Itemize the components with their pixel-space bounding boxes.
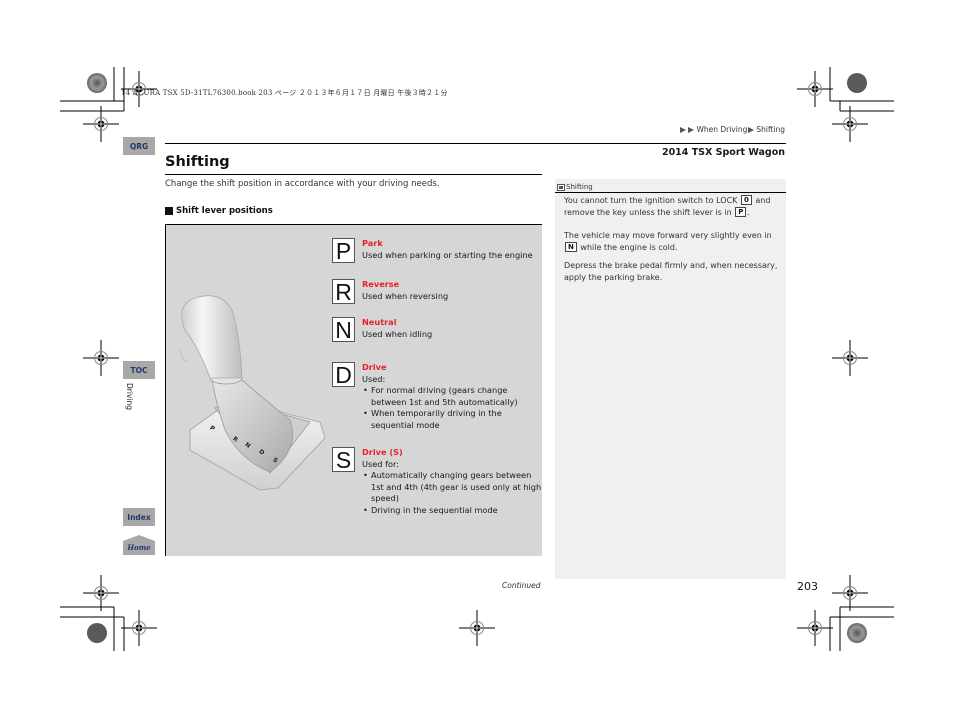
print-header: 14 ACURA TSX 5D-31TL76300.book 203 ページ ２… [121, 89, 448, 97]
title-rule [165, 174, 542, 175]
gear-desc: Used when reversing [362, 290, 449, 301]
section-label: Driving [125, 383, 134, 410]
color-disc-icon [87, 73, 107, 93]
breadcrumb-arrow-icon [748, 126, 755, 133]
gear-name: Reverse [362, 279, 400, 289]
gear-badge: P [332, 238, 355, 263]
note-paragraph: Depress the brake pedal firmly and, when… [564, 261, 778, 282]
intro-text: Change the shift position in accordance … [165, 179, 440, 189]
color-disc-icon [847, 623, 867, 643]
park-key-badge: P [735, 206, 747, 217]
breadcrumb: When Driving Shifting [680, 125, 785, 134]
gear-desc: Used when parking or starting the engine [362, 249, 533, 260]
shift-lever-illustration [179, 295, 326, 491]
home-label: Home [127, 543, 151, 552]
page-title: Shifting [165, 154, 230, 170]
note-paragraph: You cannot turn the ignition switch to L… [564, 195, 771, 217]
index-label: Index [127, 512, 151, 522]
gear-bullet: Driving in the sequential mode [362, 505, 542, 517]
header-rule [165, 143, 786, 144]
gear-name: Park [362, 238, 383, 248]
gear-name: Drive [362, 362, 387, 372]
continued-label: Continued [502, 581, 541, 590]
gear-badge: D [332, 362, 355, 387]
model-name: 2014 TSX Sport Wagon [661, 147, 785, 158]
section-heading-text: Shift lever positions [176, 206, 273, 216]
gear-name: Neutral [362, 317, 397, 327]
qrg-tab[interactable]: QRG [123, 137, 155, 155]
breadcrumb-arrow-icon [688, 126, 695, 133]
square-bullet-icon [165, 207, 173, 215]
breadcrumb-arrow-icon [680, 126, 687, 133]
side-note: Shifting You cannot turn the ignition sw… [555, 179, 786, 579]
color-disc-icon [87, 623, 107, 643]
section-heading: Shift lever positions [165, 206, 273, 216]
gear-badge: N [332, 317, 355, 342]
toc-tab[interactable]: TOC [123, 361, 155, 379]
gear-desc: Used when idling [362, 328, 433, 339]
qrg-label: QRG [129, 141, 149, 151]
neutral-key-badge: N [565, 241, 577, 252]
gear-desc: Used for: [362, 458, 399, 469]
gear-desc: Used: [362, 373, 386, 384]
note-body: You cannot turn the ignition switch to L… [564, 195, 782, 295]
gear-name: Drive (S) [362, 447, 403, 457]
color-disc-icon [847, 73, 867, 93]
note-paragraph: The vehicle may move forward very slight… [564, 231, 772, 252]
gear-bullet: For normal driving (gears change between… [362, 385, 542, 408]
toc-label: TOC [130, 365, 148, 375]
note-heading-text[interactable]: Shifting [566, 183, 593, 191]
gear-bullet: Automatically changing gears between 1st… [362, 470, 542, 505]
reference-icon [557, 183, 565, 191]
note-rule [555, 192, 786, 193]
gear-badge: R [332, 279, 355, 304]
home-tab[interactable]: Home [123, 535, 155, 555]
index-tab[interactable]: Index [123, 508, 155, 526]
gear-badge: S [332, 447, 355, 472]
breadcrumb-link-when-driving[interactable]: When Driving [696, 125, 747, 134]
note-heading: Shifting [555, 179, 786, 193]
gear-bullet: When temporarily driving in the sequenti… [362, 408, 542, 431]
breadcrumb-current: Shifting [756, 125, 785, 134]
lock-key-badge: 0 [740, 195, 752, 205]
page-number: 203 [797, 580, 818, 593]
